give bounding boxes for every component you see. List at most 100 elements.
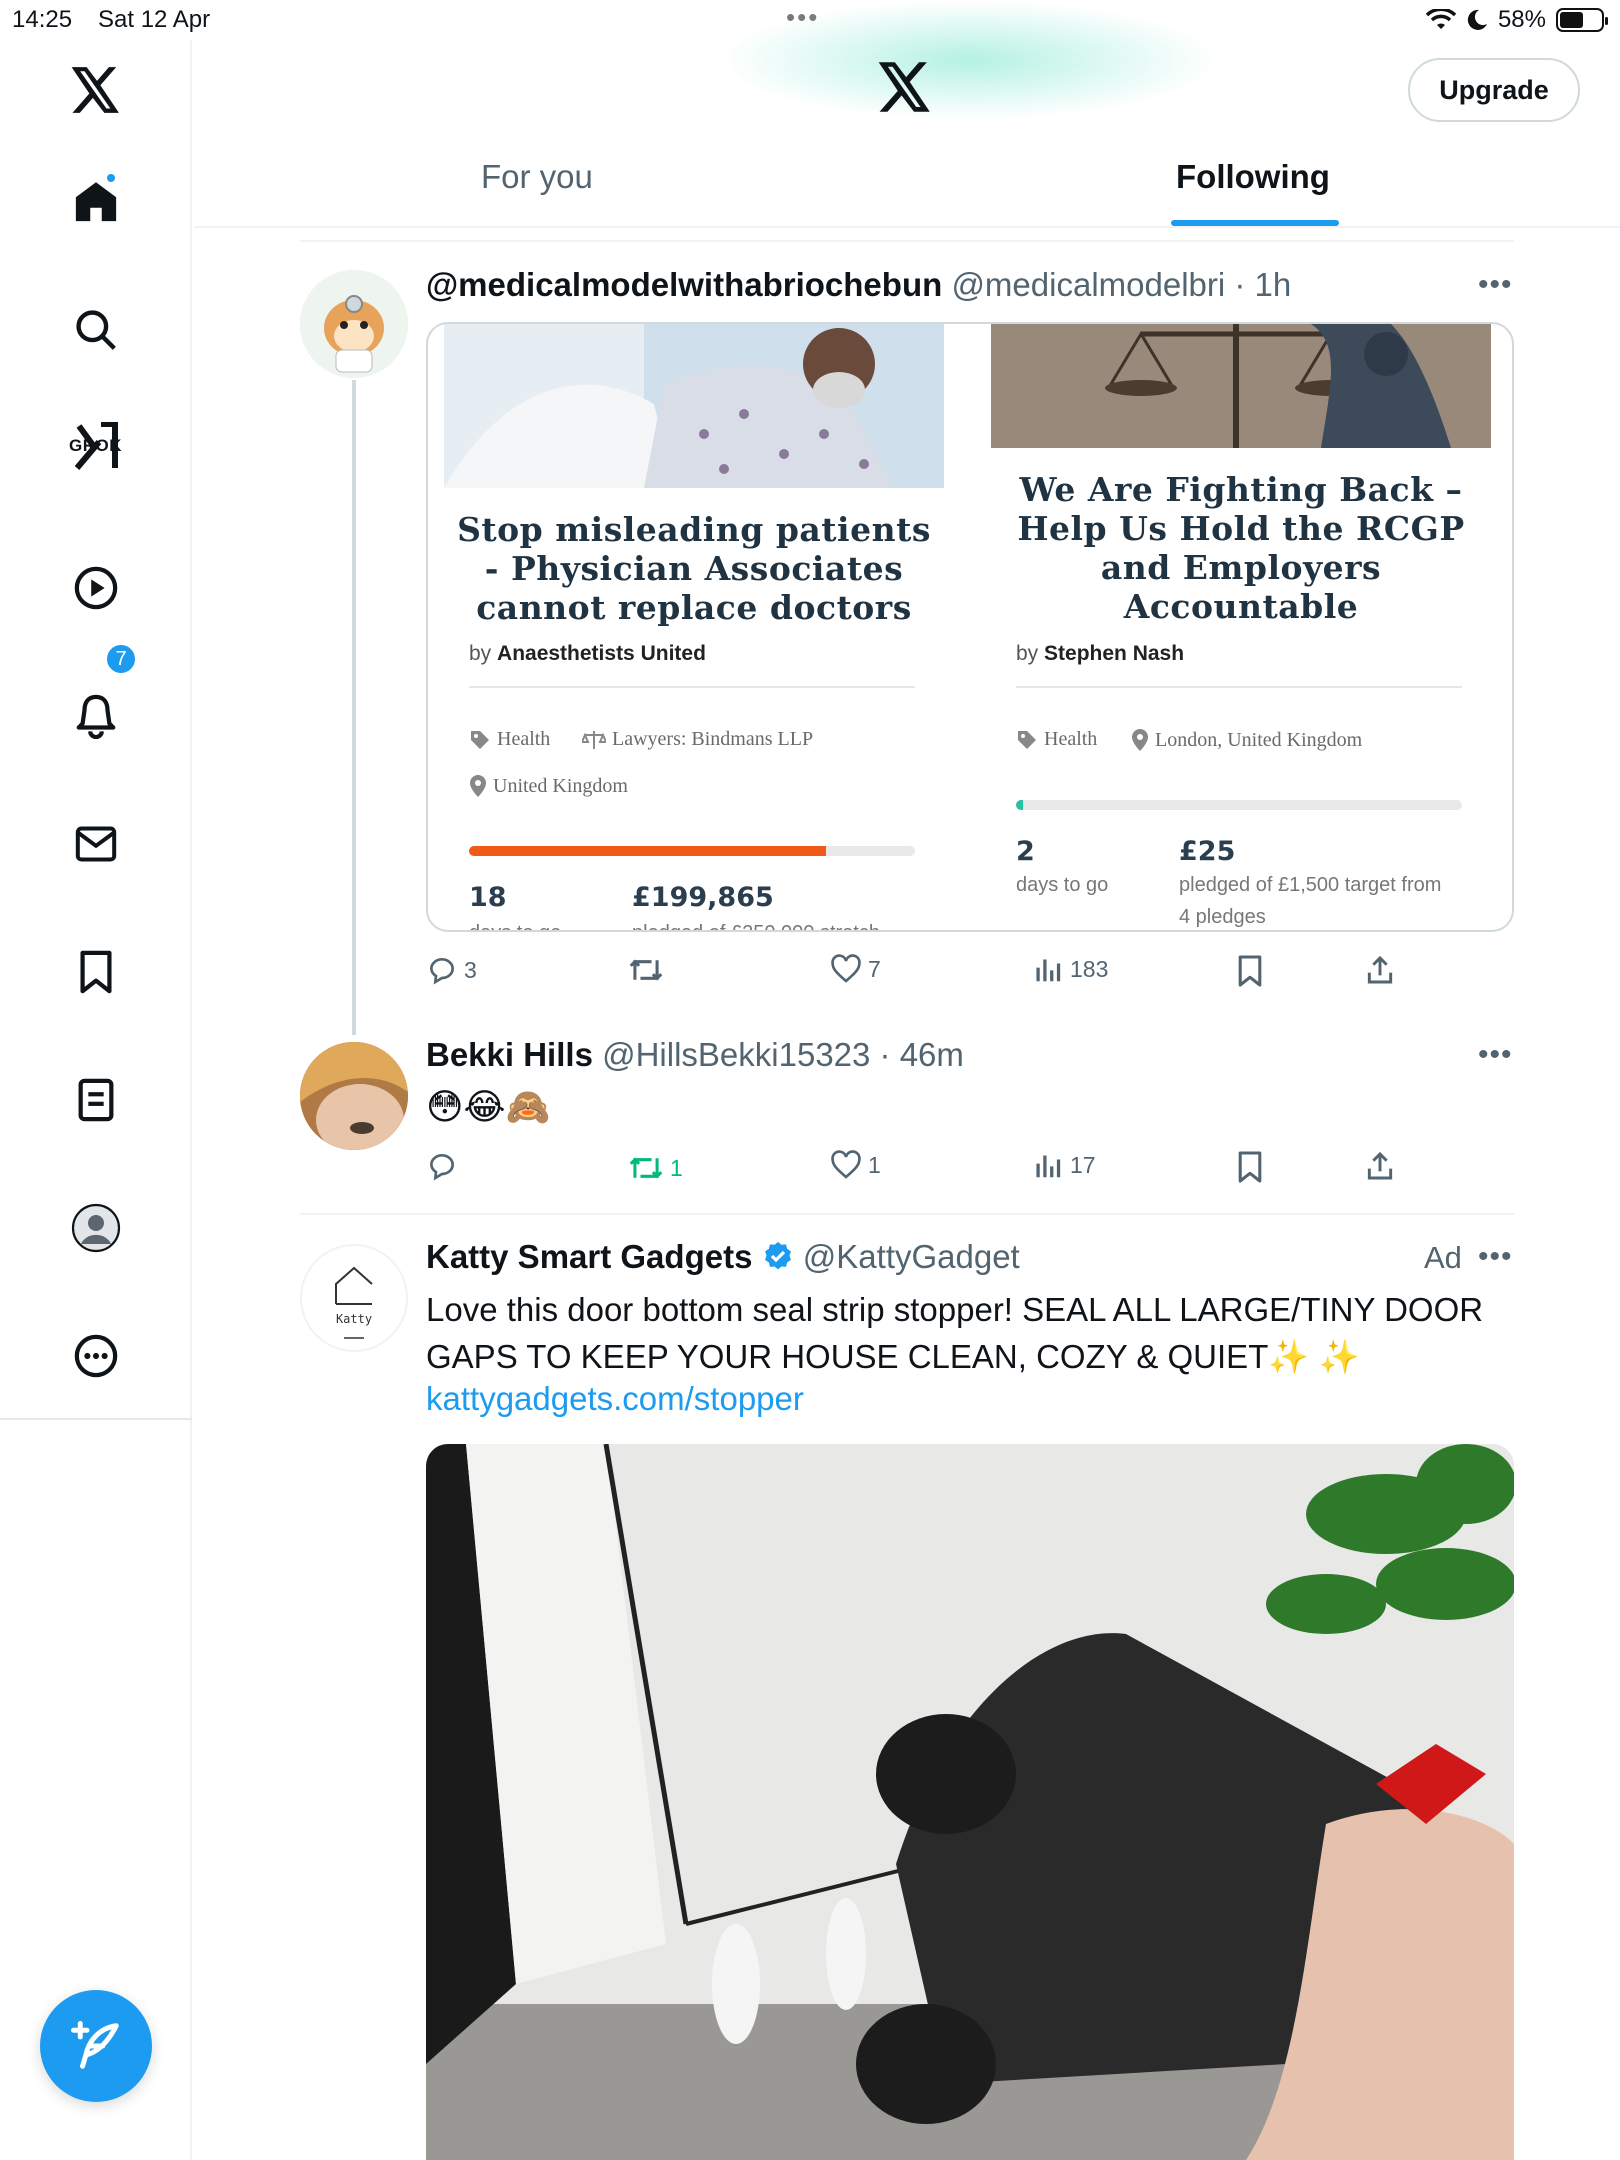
katty-logo-icon [335,1266,373,1339]
video-play-icon[interactable] [66,558,126,618]
tweet-text: 😳😂🙈 [426,1086,551,1127]
author: Anaesthetists United [497,642,706,665]
repost-button[interactable] [628,954,670,986]
heart-icon [831,954,861,983]
sidebar-x-logo-icon[interactable] [66,60,126,120]
reply-button[interactable]: 3 [426,954,477,986]
author-name[interactable]: @medicalmodelwithabriochebun [426,266,942,303]
reply-icon [429,958,454,985]
like-count: 7 [868,955,881,982]
upgrade-button[interactable]: Upgrade [1408,58,1580,122]
tweet-header: Bekki Hills @HillsBekki15323 · 46m [426,1036,964,1074]
bookmark-button[interactable] [1236,1150,1264,1184]
status-date: Sat 12 Apr [98,6,211,33]
avatar[interactable] [300,270,408,378]
petition-title[interactable]: Stop misleading patients - Physician Ass… [444,510,944,627]
more-options-icon[interactable]: ••• [1478,268,1513,302]
tab-following[interactable]: Following [1176,158,1330,196]
ad-video-frame [426,1444,1514,2160]
like-button[interactable]: 7 [830,954,881,984]
battery-level [1560,12,1584,28]
petition-tag: London, United Kingdom [1131,728,1362,752]
author-handle[interactable]: @KattyGadget [803,1238,1020,1275]
home-icon[interactable] [66,172,126,232]
more-options-icon[interactable]: ••• [1478,1240,1513,1274]
repost-icon [629,1157,663,1179]
lists-icon[interactable] [66,1070,126,1130]
reply-count: 3 [464,956,477,983]
progress-fill [1016,800,1024,810]
home-unread-dot [105,172,117,184]
more-options-circle-icon[interactable] [66,1326,126,1386]
messages-envelope-icon[interactable] [66,814,126,874]
grok-label: GROK [69,436,122,455]
repost-button[interactable]: 1 [628,1152,683,1184]
avatar[interactable]: Katty [300,1244,408,1352]
tag-label: Health [1044,728,1098,750]
profile-avatar-icon[interactable] [66,1198,126,1258]
compose-feather-icon [71,2021,119,2069]
views-chart-icon [1036,1155,1061,1178]
bookmark-button[interactable] [1236,954,1264,988]
author: Stephen Nash [1044,642,1185,665]
petition-card[interactable]: Stop misleading patients - Physician Ass… [426,322,1514,932]
search-icon[interactable] [66,300,126,360]
tag-icon [1018,730,1036,749]
petition-tag: Lawyers: Bindmans LLP [582,728,813,751]
avatar[interactable] [300,1042,408,1150]
more-options-icon[interactable]: ••• [1478,1038,1513,1072]
thread-connector [352,380,356,1035]
x-logo-icon[interactable] [878,62,932,117]
hamster-doctor-avatar-icon [300,270,408,378]
notifications-bell-icon[interactable] [66,686,126,746]
tab-for-you[interactable]: For you [481,158,593,196]
petition-title-line: Help Us Hold the RCGP [1017,509,1465,548]
petition-left[interactable]: Stop misleading patients - Physician Ass… [444,324,944,930]
share-button[interactable] [1364,1150,1396,1182]
petition-right[interactable]: We Are Fighting Back – Help Us Hold the … [991,324,1491,930]
header-glow [720,0,1220,120]
petition-image-patient [444,324,944,488]
ad-link[interactable]: kattygadgets.com/stopper [426,1380,804,1418]
ad-label: Ad [1424,1240,1462,1275]
repost-icon [629,959,663,981]
tag-icon [471,730,489,749]
compose-post-button[interactable] [40,1990,152,2102]
timeline-divider [300,240,1514,242]
notifications-badge: 7 [105,643,137,675]
status-indicators: 58% [1425,6,1608,34]
author-handle-time[interactable]: @medicalmodelbri · 1h [951,266,1291,303]
author-name[interactable]: Katty Smart Gadgets [426,1238,752,1275]
views-chart-icon [1036,959,1061,982]
bookmarks-icon[interactable] [66,942,126,1002]
share-icon [1367,955,1393,984]
petition-author: by Anaesthetists United [469,642,706,666]
battery-icon [1556,8,1608,32]
tweet-text: Love this door bottom seal strip stopper… [426,1291,1484,1375]
author-handle-time[interactable]: @HillsBekki15323 · 46m [602,1036,964,1073]
views-button[interactable]: 183 [1034,954,1108,984]
petition-rule [1016,686,1462,688]
petition-title-line: - Physician Associates [484,549,904,588]
views-button[interactable]: 17 [1034,1150,1096,1180]
view-count: 183 [1070,955,1109,982]
days-to-go: 18 [469,882,507,913]
like-button[interactable]: 1 [830,1150,881,1180]
ad-video[interactable] [426,1444,1514,2160]
reply-button[interactable] [426,1150,464,1182]
petition-title-line: cannot replace doctors [476,588,912,627]
author-name[interactable]: Bekki Hills [426,1036,593,1073]
by-prefix: by [1016,642,1039,665]
petition-tag: United Kingdom [469,774,628,798]
moon-icon [1467,9,1487,30]
petition-title-line: Stop misleading patients [457,510,931,549]
pledged-label: 4 pledges [1179,906,1266,928]
share-button[interactable] [1364,954,1396,986]
like-count: 1 [868,1151,881,1178]
petition-title-line: and Employers [1100,548,1382,587]
pledged-label: pledged of £250,000 stretch [632,918,880,930]
petition-title[interactable]: We Are Fighting Back – Help Us Hold the … [991,470,1491,626]
reply-icon [429,1154,454,1181]
petition-progress-bar [1016,800,1462,810]
location-pin-icon [1132,729,1148,751]
